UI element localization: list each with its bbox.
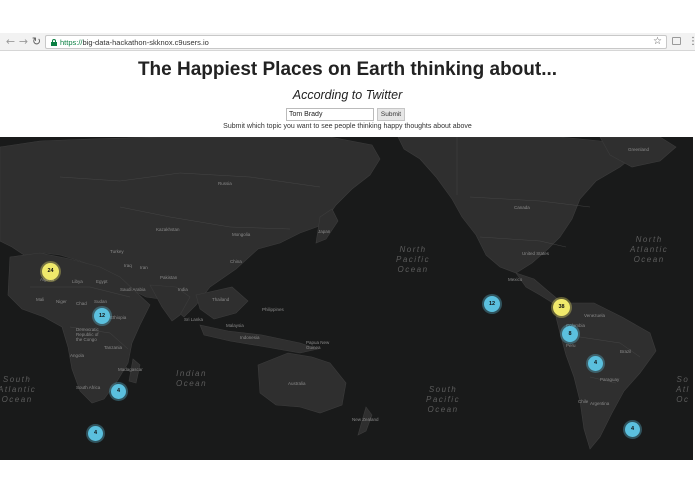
cluster-marker[interactable]: 4: [111, 384, 126, 399]
ocean-label-south-pacific: South Pacific Ocean: [426, 385, 461, 414]
country-label-paraguay: Paraguay: [600, 377, 620, 382]
address-bar[interactable]: https://big-data-hackathon-skknox.c9user…: [45, 35, 667, 49]
ocean-label-south-atlantic-right: So Atl Oc: [676, 375, 690, 404]
lock-icon: [51, 39, 57, 46]
cluster-count: 12: [488, 301, 496, 307]
cluster-marker[interactable]: 38: [553, 299, 570, 316]
country-label-russia: Russia: [218, 181, 232, 186]
star-icon[interactable]: ☆: [653, 36, 662, 48]
top-gap: [0, 0, 695, 33]
ocean-label-south-atlantic: South Atlantic Ocean: [0, 375, 37, 404]
country-label-thailand: Thailand: [212, 297, 230, 302]
country-label-pakistan: Pakistan: [160, 275, 178, 280]
forward-icon[interactable]: →: [17, 35, 30, 48]
country-label-canada: Canada: [514, 205, 530, 210]
extension-icon[interactable]: [672, 37, 681, 45]
country-label-peru: Peru: [566, 343, 576, 348]
country-label-papua-new-guinea: Papua New Guinea: [306, 340, 330, 350]
country-label-sudan: Sudan: [94, 299, 108, 304]
country-label-egypt: Egypt: [96, 279, 108, 284]
country-label-south-africa: South Africa: [76, 385, 101, 390]
country-label-ethiopia: Ethiopia: [110, 315, 127, 320]
country-label-australia: Australia: [288, 381, 306, 386]
url-scheme: https://: [60, 38, 83, 47]
cluster-marker[interactable]: 12: [94, 308, 110, 324]
country-label-india: India: [178, 287, 188, 292]
cluster-count: 4: [93, 430, 98, 436]
cluster-marker[interactable]: 4: [88, 426, 103, 441]
cluster-marker[interactable]: 8: [562, 326, 578, 342]
country-label-niger: Niger: [56, 299, 67, 304]
country-label-greenland: Greenland: [628, 147, 650, 152]
helper-text: Submit which topic you want to see peopl…: [223, 123, 472, 130]
country-label-iran: Iran: [140, 265, 148, 270]
country-label-drc: Democratic Republic of the Congo: [76, 327, 99, 342]
country-label-chile: Chile: [578, 399, 589, 404]
country-label-japan: Japan: [318, 229, 331, 234]
cluster-count: 12: [98, 313, 106, 319]
country-label-indonesia: Indonesia: [240, 335, 260, 340]
page: The Happiest Places on Earth thinking ab…: [0, 52, 695, 494]
reload-icon[interactable]: ↻: [30, 35, 43, 48]
cluster-marker[interactable]: 24: [42, 263, 59, 280]
country-label-united-states: United States: [522, 251, 550, 256]
cluster-marker[interactable]: 4: [625, 422, 640, 437]
ocean-label-north-pacific: North Pacific Ocean: [396, 245, 431, 274]
country-label-tanzania: Tanzania: [104, 345, 123, 350]
bottom-gap: [0, 460, 695, 494]
country-label-iraq: Iraq: [124, 263, 132, 268]
cluster-count: 4: [116, 388, 121, 394]
topic-input[interactable]: [286, 108, 374, 121]
cluster-marker[interactable]: 12: [484, 296, 500, 312]
country-label-turkey: Turkey: [110, 249, 124, 254]
country-label-mexico: Mexico: [508, 277, 523, 282]
submit-button[interactable]: Submit: [377, 108, 405, 121]
page-subtitle: According to Twitter: [292, 88, 403, 102]
country-label-venezuela: Venezuela: [584, 313, 606, 318]
page-title: The Happiest Places on Earth thinking ab…: [137, 59, 558, 80]
country-label-madagascar: Madagascar: [118, 367, 143, 372]
country-label-brazil: Brazil: [620, 349, 632, 354]
country-label-philippines: Philippines: [262, 307, 284, 312]
cluster-count: 24: [47, 268, 54, 274]
ocean-label-indian: Indian Ocean: [176, 369, 208, 388]
cluster-count: 8: [568, 331, 572, 337]
country-label-argentina: Argentina: [590, 401, 610, 406]
url-text[interactable]: https://big-data-hackathon-skknox.c9user…: [60, 37, 209, 48]
country-label-malaysia: Malaysia: [226, 323, 244, 328]
ocean-label-north-atlantic: North Atlantic Ocean: [630, 235, 669, 264]
country-label-mali: Mali: [36, 297, 45, 302]
browser-toolbar: ← → ↻ https://big-data-hackathon-skknox.…: [0, 33, 695, 51]
country-label-sri-lanka: Sri Lanka: [184, 317, 204, 322]
cluster-count: 4: [630, 426, 635, 432]
country-label-mongolia: Mongolia: [232, 232, 251, 237]
country-label-saudi-arabia: Saudi Arabia: [120, 287, 146, 292]
country-label-china: China: [230, 259, 242, 264]
country-label-new-zealand: New Zealand: [352, 417, 379, 422]
cluster-marker[interactable]: 4: [588, 356, 603, 371]
world-map[interactable]: North Pacific Ocean North Atlantic Ocean…: [0, 137, 693, 460]
country-label-angola: Angola: [70, 353, 85, 358]
back-icon[interactable]: ←: [4, 35, 17, 48]
country-label-chad: Chad: [76, 301, 87, 306]
more-vert-icon[interactable]: ⋮: [688, 35, 695, 48]
url-host: big-data-hackathon-skknox.c9users.io: [82, 38, 209, 47]
cluster-count: 38: [558, 304, 565, 310]
country-label-libya: Libya: [72, 279, 83, 284]
country-label-kazakhstan: Kazakhstan: [156, 227, 180, 232]
cluster-count: 4: [593, 360, 598, 366]
